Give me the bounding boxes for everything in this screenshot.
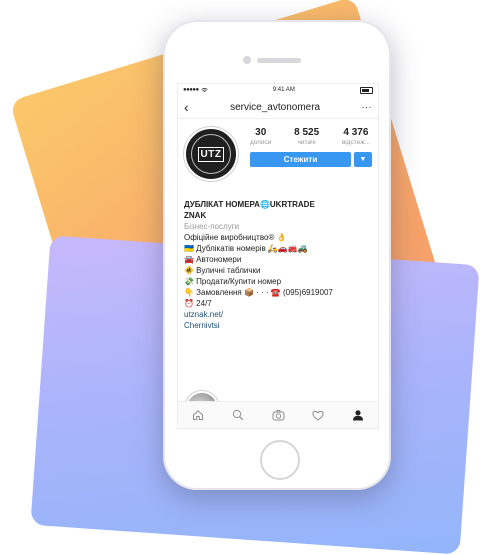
bio-line: 👇 Замовлення 📦 · · · ☎️ (095)6919007 — [184, 288, 333, 297]
avatar-logo-text: UTZ — [197, 146, 225, 162]
profile-nav-bar: ‹ service_avtonomera ··· — [178, 96, 378, 119]
bio-line: 🇺🇦 Дублікатів номерів 🛵🚗🚒🚜 — [184, 244, 308, 253]
stat-followers[interactable]: 8 525 читачі — [294, 127, 319, 146]
status-time: 9:41 AM — [272, 87, 295, 93]
bio-category: Бізнес-послуги — [184, 222, 240, 231]
bottom-tab-bar — [178, 401, 378, 428]
back-arrow-icon[interactable]: ‹ — [184, 100, 189, 114]
heart-icon[interactable] — [311, 408, 325, 422]
bio-line: Офіційне виробництво® 👌 — [184, 233, 287, 242]
follow-button[interactable]: Стежити — [250, 152, 351, 167]
search-icon[interactable] — [231, 408, 245, 422]
more-options-icon[interactable]: ··· — [362, 102, 373, 112]
bio-line: 💸 Продати/Купити номер — [184, 277, 282, 286]
avatar[interactable]: UTZ — [184, 127, 238, 181]
signal-icon: ●●●●● — [183, 87, 199, 93]
bio-name-line-1: ДУБЛІКАТ НОМЕРА🌐UKRTRADE — [184, 200, 315, 209]
suggestions-dropdown-button[interactable]: ▼ — [354, 152, 372, 167]
phone-speaker — [257, 58, 301, 63]
stat-following[interactable]: 4 376 відстеж... — [342, 127, 370, 146]
camera-icon[interactable] — [271, 408, 285, 422]
bio-website-link[interactable]: utznak.net/ — [184, 309, 372, 320]
wifi-icon — [200, 87, 208, 93]
bio-line: ⏰ 24/7 — [184, 299, 212, 308]
bio-line: 🚸 Вуличні таблички — [184, 266, 261, 275]
bio-location-link[interactable]: Chernivtsi — [184, 320, 372, 331]
bio-line: 🚘 Автономери — [184, 255, 242, 264]
bio-name-line-2: ZNAK — [184, 211, 207, 220]
home-icon[interactable] — [191, 408, 205, 422]
profile-icon[interactable] — [351, 408, 365, 422]
profile-bio: ДУБЛІКАТ НОМЕРА🌐UKRTRADE ZNAK Бізнес-пос… — [178, 185, 378, 331]
profile-header: UTZ 30 дописи 8 525 читачі 4 376 відстеж… — [178, 119, 378, 185]
phone-screen: ●●●●● 9:41 AM ‹ service_avtonomera ··· U… — [177, 83, 379, 429]
phone-home-button[interactable] — [260, 440, 300, 480]
phone-camera — [243, 56, 251, 64]
profile-stats: 30 дописи 8 525 читачі 4 376 відстеж... — [250, 127, 372, 146]
battery-icon — [359, 86, 373, 94]
profile-username: service_avtonomera — [230, 101, 321, 113]
status-bar: ●●●●● 9:41 AM — [178, 84, 378, 96]
phone-mockup: ●●●●● 9:41 AM ‹ service_avtonomera ··· U… — [163, 20, 391, 490]
stat-posts[interactable]: 30 дописи — [250, 127, 271, 146]
